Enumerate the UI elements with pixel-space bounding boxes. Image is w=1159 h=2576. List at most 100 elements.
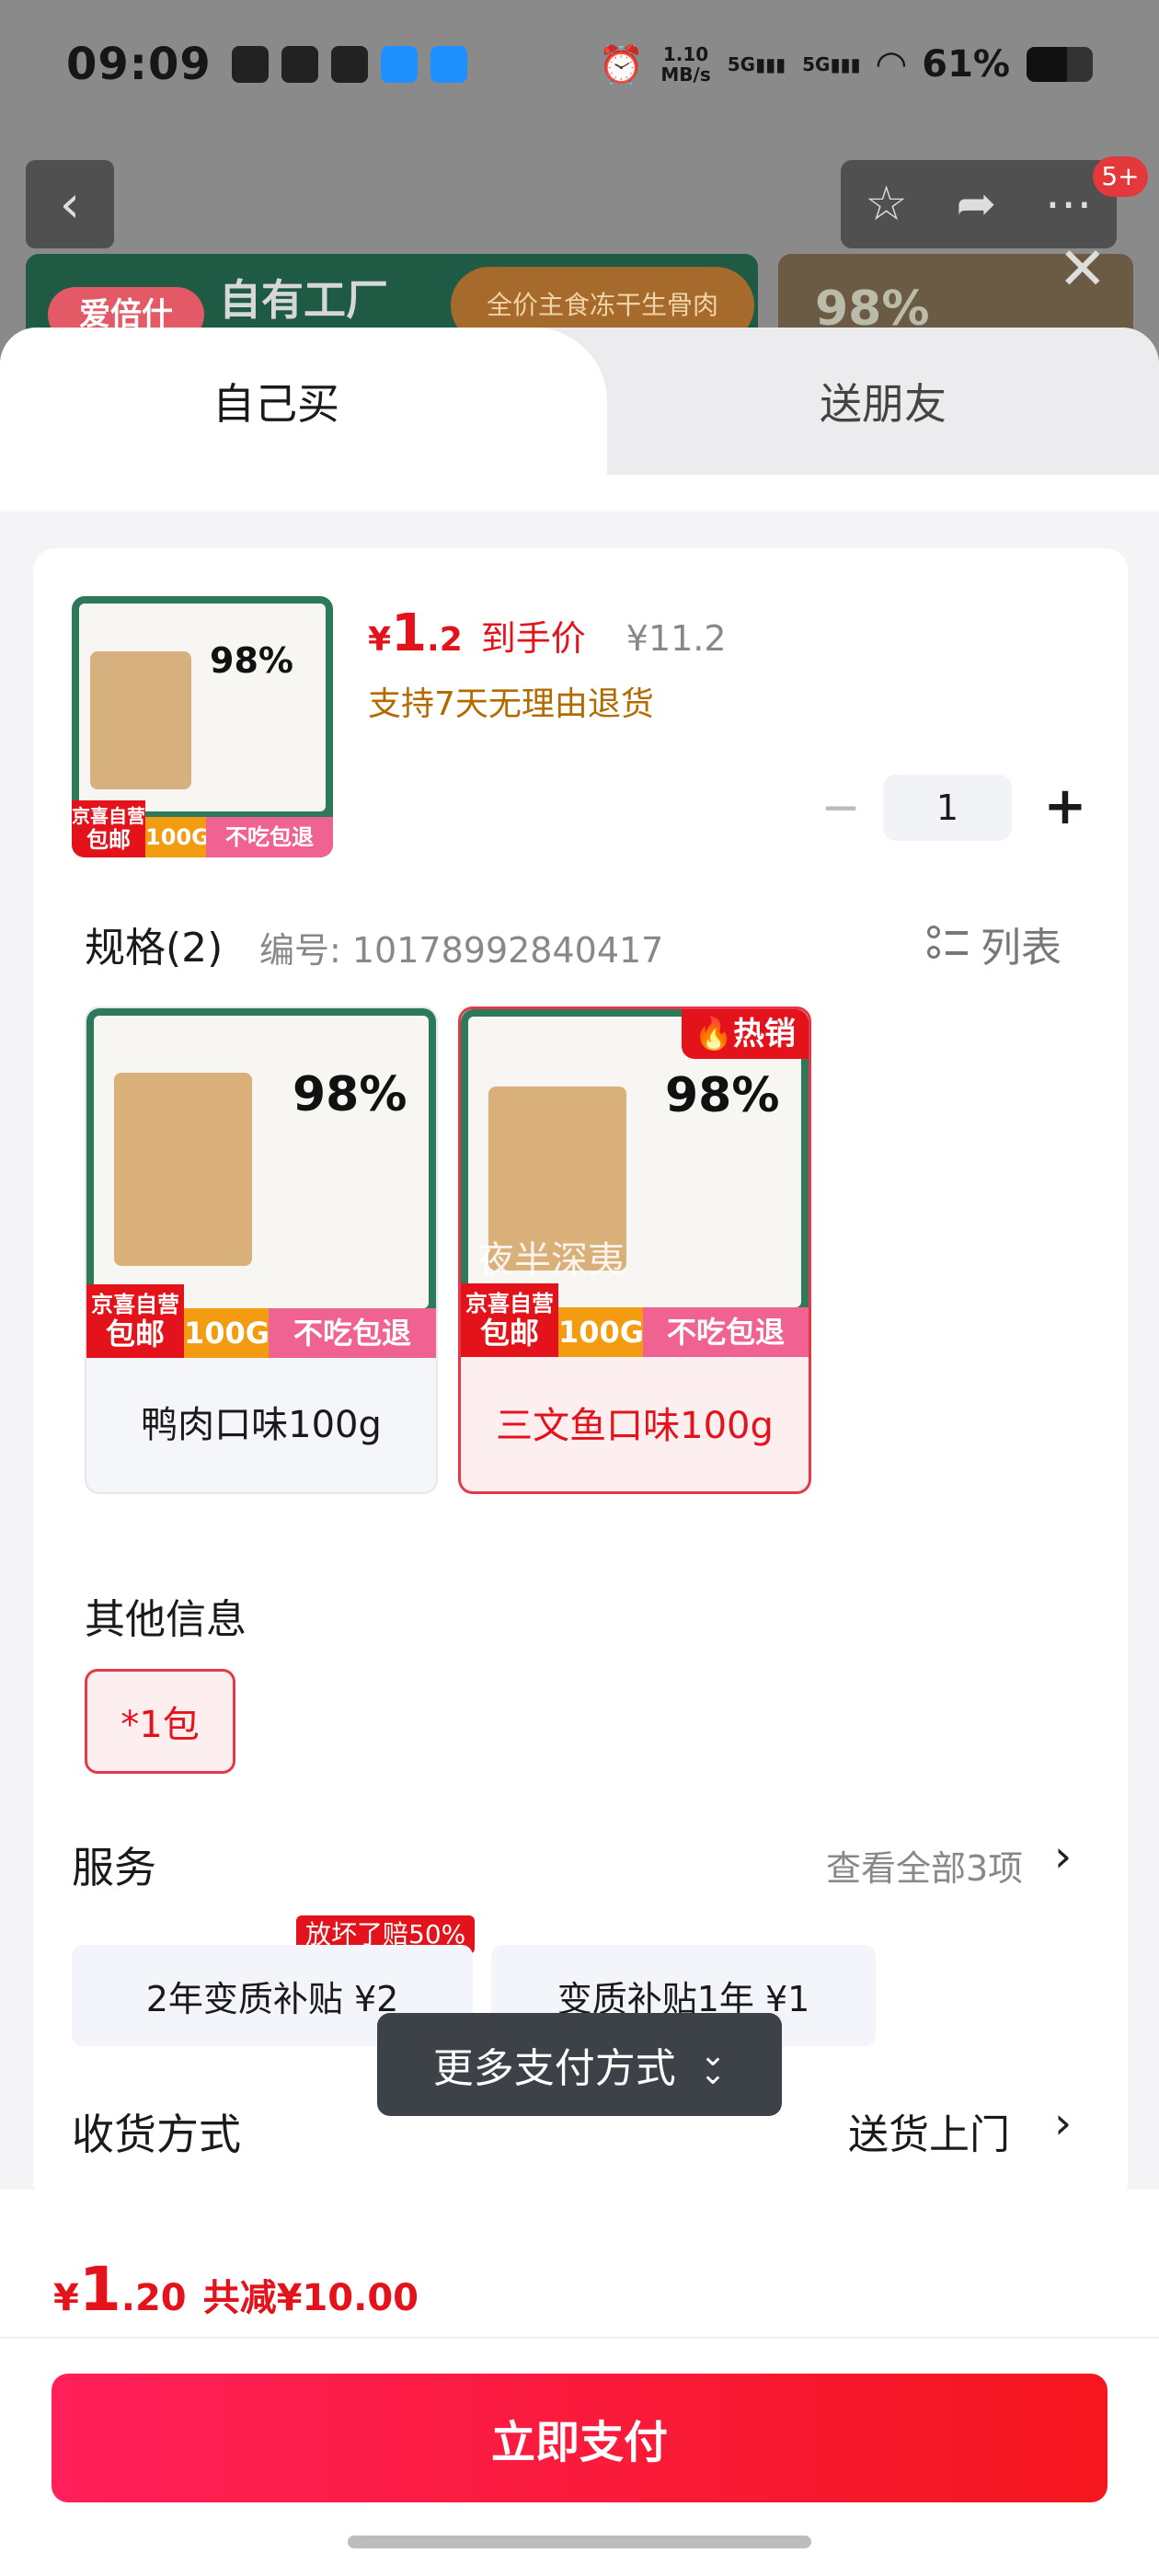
sku-weight-tag: 100G xyxy=(184,1308,270,1358)
battery-fill xyxy=(1027,47,1067,82)
sku-free-shipping-tag: 京喜自营 包邮 xyxy=(461,1283,558,1357)
telegram-icon xyxy=(231,46,269,83)
price-yen: ¥ xyxy=(368,621,392,659)
chevron-right-icon[interactable]: › xyxy=(1054,2098,1072,2149)
share-icon[interactable]: ➦ xyxy=(957,177,997,232)
total-int: 1 xyxy=(78,2254,121,2325)
checkout-footer: ¥ 1 .20 共减¥10.00 立即支付 xyxy=(0,2190,1159,2576)
flame-icon: 🔥 xyxy=(694,1016,733,1052)
home-indicator[interactable] xyxy=(348,2536,811,2548)
tab-spacer xyxy=(0,475,1159,512)
wifi-icon: ◠ xyxy=(877,43,906,86)
double-chevron-down-icon: ⌄ ⌄ xyxy=(699,2037,727,2092)
other-info-title: 其他信息 xyxy=(85,1596,247,1643)
product-code: 编号: 10178992840417 xyxy=(259,930,664,971)
total-yen: ¥ xyxy=(53,2277,79,2319)
back-button[interactable]: ‹ xyxy=(26,160,114,248)
signal-2: 5G▮▮▮ xyxy=(802,53,861,75)
thumbnail-bag xyxy=(90,651,191,789)
price-int: 1 xyxy=(391,604,428,663)
signal-1-label: 5G xyxy=(727,53,756,75)
sku-promise-tag: 不吃包退 xyxy=(643,1307,809,1357)
thumbnail-promise-tag: 不吃包退 xyxy=(206,817,333,857)
thumb-tag-line2: 包邮 xyxy=(86,827,131,853)
status-right: ⏰ 1.10 MB/s 5G▮▮▮ 5G▮▮▮ ◠ 61% xyxy=(599,43,1093,86)
quantity-minus-button[interactable]: − xyxy=(813,780,868,835)
chat-app-icon xyxy=(380,46,418,83)
tab-self-buy[interactable]: 自己买 xyxy=(0,328,607,475)
thumbnail-weight-tag: 100G xyxy=(145,817,210,857)
more-pay-label: 更多支付方式 xyxy=(432,2045,676,2092)
view-all-services[interactable]: 查看全部3项 xyxy=(826,1840,1023,1891)
sku-weight-tag: 100G xyxy=(558,1307,644,1357)
price: ¥ 1 .2 到手价 ¥11.2 xyxy=(368,604,727,663)
status-bar: 09:09 ⏰ 1.10 MB/s 5G▮▮▮ 5G▮▮▮ ◠ 61% xyxy=(0,0,1159,129)
original-price: ¥11.2 xyxy=(625,618,727,659)
thumbnail-free-shipping-tag: 京喜自营 包邮 xyxy=(72,800,145,857)
thumb-tag-line1: 京喜自营 xyxy=(72,805,145,827)
list-view-toggle[interactable]: 列表 xyxy=(927,914,1061,973)
price-dec: .2 xyxy=(427,621,463,659)
close-icon[interactable]: ✕ xyxy=(1058,236,1107,304)
chevron-left-icon: ‹ xyxy=(59,174,81,235)
net-speed-unit: MB/s xyxy=(660,63,711,86)
net-speed-value: 1.10 xyxy=(662,43,709,65)
sku-promise-tag: 不吃包退 xyxy=(269,1308,436,1358)
more-payment-methods-button[interactable]: 更多支付方式 ⌄ ⌄ xyxy=(377,2013,782,2116)
net-speed: 1.10 MB/s xyxy=(660,44,710,85)
total-price: ¥ 1 .20 共减¥10.00 xyxy=(53,2254,419,2325)
battery-icon xyxy=(1027,47,1093,82)
phone-app-icon xyxy=(430,46,467,83)
bird-icon xyxy=(281,46,318,83)
sku-thumbnail-pct: 98% xyxy=(293,1067,407,1122)
service-title: 服务 xyxy=(72,1843,156,1892)
sku-free-shipping-tag: 京喜自营 包邮 xyxy=(86,1284,184,1358)
sku-option-salmon[interactable]: 98% 夜半深夷 京喜自营 包邮 100G 不吃包退 🔥热销 三文鱼口味100g xyxy=(458,1006,811,1494)
product-options-card: 98% 京喜自营 包邮 100G 不吃包退 ¥ 1 .2 到手价 ¥11.2 支… xyxy=(33,548,1128,2204)
tab-gift-friend[interactable]: 送朋友 xyxy=(607,328,1159,475)
footer-divider xyxy=(0,2337,1159,2339)
wechat-icon xyxy=(330,46,368,83)
purchase-sheet: 送朋友 自己买 98% 京喜自营 包邮 100G 不吃包退 ¥ 1 .2 到手价… xyxy=(0,328,1159,2576)
sku-option-duck[interactable]: 98% 京喜自营 包邮 100G 不吃包退 鸭肉口味100g xyxy=(85,1006,438,1494)
sku-tag-line2: 包邮 xyxy=(105,1317,165,1351)
sku-thumbnail: 98% 京喜自营 包邮 100G 不吃包退 xyxy=(86,1008,436,1358)
sku-watermark: 夜半深夷 xyxy=(477,1239,625,1282)
return-policy: 支持7天无理由退货 xyxy=(368,685,654,723)
sku-thumbnail: 98% 夜半深夷 京喜自营 包邮 100G 不吃包退 xyxy=(461,1009,809,1357)
more-icon[interactable]: ⋯ xyxy=(1045,177,1093,232)
spec-title: 规格(2) xyxy=(85,925,224,972)
list-label: 列表 xyxy=(981,925,1061,972)
banner-factory: 自有工厂 xyxy=(219,275,388,325)
notification-icons xyxy=(231,46,467,83)
shipping-value[interactable]: 送货上门 xyxy=(848,2101,1010,2160)
thumbnail-pct: 98% xyxy=(210,640,293,681)
quantity-input[interactable]: 1 xyxy=(883,775,1012,841)
sku-tag-line2: 包邮 xyxy=(479,1316,539,1351)
sku-tag-line1: 京喜自营 xyxy=(91,1292,179,1317)
sku-thumbnail-pct: 98% xyxy=(665,1068,780,1123)
price-label: 到手价 xyxy=(480,618,586,659)
total-saved: 共减¥10.00 xyxy=(202,2277,419,2319)
pay-now-button[interactable]: 立即支付 xyxy=(52,2374,1107,2502)
quantity-plus-button[interactable]: + xyxy=(1036,776,1095,836)
signal-1: 5G▮▮▮ xyxy=(727,53,786,75)
shipping-title: 收货方式 xyxy=(72,2110,241,2159)
cart-badge: 5+ xyxy=(1093,156,1148,197)
sku-tag-line1: 京喜自营 xyxy=(465,1291,554,1317)
product-thumbnail[interactable]: 98% 京喜自营 包邮 100G 不吃包退 xyxy=(72,596,333,857)
sku-label: 鸭肉口味100g xyxy=(141,1404,382,1446)
sku-label: 三文鱼口味100g xyxy=(496,1405,774,1447)
status-time: 09:09 xyxy=(66,39,212,90)
sku-thumbnail-bag xyxy=(114,1073,252,1266)
alarm-icon: ⏰ xyxy=(598,43,645,86)
signal-2-label: 5G xyxy=(802,53,831,75)
hot-sale-label: 热销 xyxy=(733,1016,796,1052)
package-chip[interactable]: *1包 xyxy=(85,1669,235,1774)
battery-text: 61% xyxy=(922,43,1010,86)
buy-mode-tabs: 送朋友 自己买 xyxy=(0,328,1159,475)
star-icon[interactable]: ☆ xyxy=(865,177,908,232)
chevron-right-icon[interactable]: › xyxy=(1054,1831,1072,1882)
total-dec: .20 xyxy=(120,2277,187,2319)
list-icon xyxy=(927,924,968,964)
